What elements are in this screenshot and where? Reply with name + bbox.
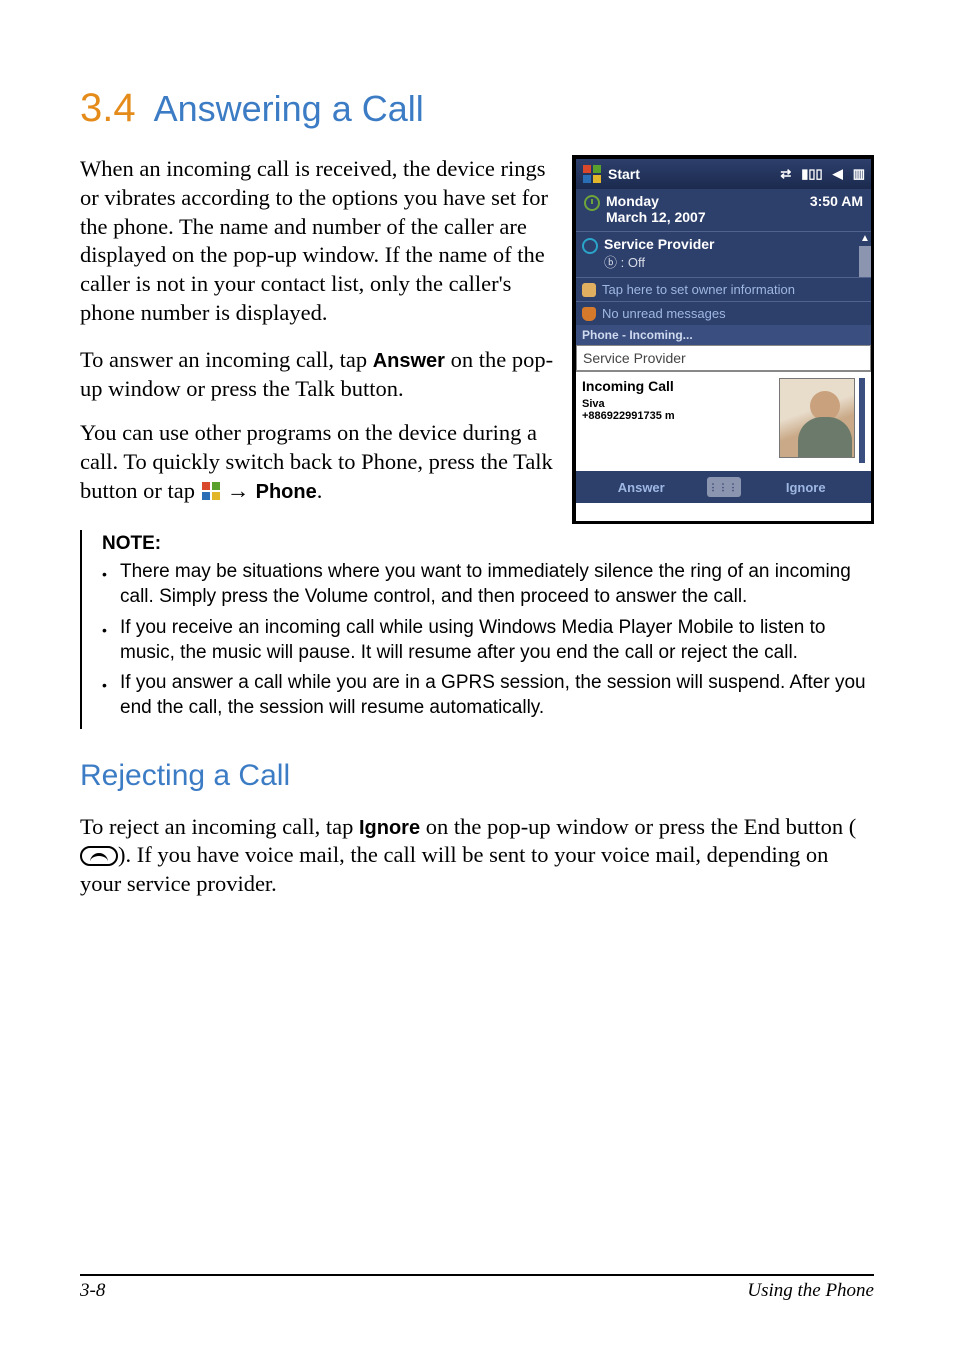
popup-scrollbar[interactable] (859, 378, 865, 463)
incoming-call-popup: Incoming Call Siva +886922991735 m (576, 371, 871, 471)
caller-name: Siva (582, 398, 779, 410)
arrow-icon: → (221, 478, 256, 503)
start-label[interactable]: Start (608, 166, 640, 182)
provider-icon (582, 238, 598, 254)
rej-text-d: ). If you have voice mail, the call will… (80, 842, 828, 896)
paragraph-3: You can use other programs on the device… (80, 419, 554, 505)
scrollbar[interactable]: ▲ (859, 232, 871, 277)
owner-info-bar[interactable]: Tap here to set owner information (576, 277, 871, 301)
ignore-label: Ignore (359, 817, 420, 839)
date-bar[interactable]: Monday March 12, 2007 3:50 AM (576, 189, 871, 231)
heading-number: 3.4 (80, 86, 136, 130)
chapter-title: Using the Phone (747, 1280, 874, 1302)
signal-icon[interactable]: ▮▯▯ (801, 166, 822, 182)
note-item: If you receive an incoming call while us… (120, 616, 874, 665)
end-button-icon (80, 846, 118, 866)
answer-label: Answer (373, 350, 445, 372)
softkey-bar: Answer ⋮⋮⋮ Ignore (576, 471, 871, 503)
note-item: If you answer a call while you are in a … (120, 671, 874, 720)
caller-number: +886922991735 m (582, 410, 779, 422)
messages-icon (582, 307, 596, 321)
heading-title: Answering a Call (154, 88, 424, 129)
phone-label: Phone (256, 481, 317, 503)
date-label: March 12, 2007 (606, 209, 810, 225)
messages-bar[interactable]: No unread messages (576, 301, 871, 325)
subsection-heading: Rejecting a Call (80, 759, 874, 793)
p3-text-d: . (317, 478, 323, 503)
caller-photo (779, 378, 855, 458)
start-icon (201, 480, 221, 500)
connectivity-icon[interactable]: ⇄ (780, 166, 791, 182)
scroll-up-icon[interactable]: ▲ (859, 232, 871, 246)
windows-icon[interactable] (582, 164, 602, 184)
ignore-softkey[interactable]: Ignore (741, 480, 872, 495)
answer-softkey[interactable]: Answer (576, 480, 707, 495)
owner-info-label: Tap here to set owner information (602, 282, 795, 297)
owner-icon (582, 283, 596, 297)
incoming-title-bar: Phone - Incoming... (576, 325, 871, 345)
paragraph-1: When an incoming call is received, the d… (80, 155, 554, 328)
service-provider-label: Service Provider (604, 236, 715, 252)
note-block: NOTE: There may be situations where you … (80, 530, 874, 729)
incoming-call-label: Incoming Call (582, 378, 779, 394)
device-screenshot: Start ⇄ ▮▯▯ ◀ ▥ Monday March 12, 2007 3:… (572, 155, 874, 524)
service-provider-bar[interactable]: Service Provider ⓑ : Off ▲ (576, 231, 871, 277)
p2-text-a: To answer an incoming call, tap (80, 347, 373, 372)
battery-icon[interactable]: ▥ (853, 166, 865, 182)
service-provider-field: Service Provider (576, 345, 871, 371)
title-bar[interactable]: Start ⇄ ▮▯▯ ◀ ▥ (576, 159, 871, 189)
note-heading: NOTE: (102, 532, 874, 557)
paragraph-2: To answer an incoming call, tap Answer o… (80, 346, 554, 404)
bluetooth-status: ⓑ : Off (604, 252, 855, 271)
clock-icon (584, 195, 600, 211)
keyboard-icon[interactable]: ⋮⋮⋮ (707, 477, 741, 497)
rej-text-c: on the pop-up window or press the End bu… (420, 814, 856, 839)
page-footer: 3-8 Using the Phone (80, 1274, 874, 1302)
section-heading: 3.4 Answering a Call (80, 86, 874, 131)
page-number: 3-8 (80, 1280, 105, 1302)
time-label: 3:50 AM (810, 193, 863, 225)
speaker-icon[interactable]: ◀ (833, 166, 843, 182)
note-item: There may be situations where you want t… (120, 560, 874, 609)
rejecting-paragraph: To reject an incoming call, tap Ignore o… (80, 813, 874, 899)
day-label: Monday (606, 193, 810, 209)
messages-label: No unread messages (602, 306, 726, 321)
rej-text-a: To reject an incoming call, tap (80, 814, 359, 839)
